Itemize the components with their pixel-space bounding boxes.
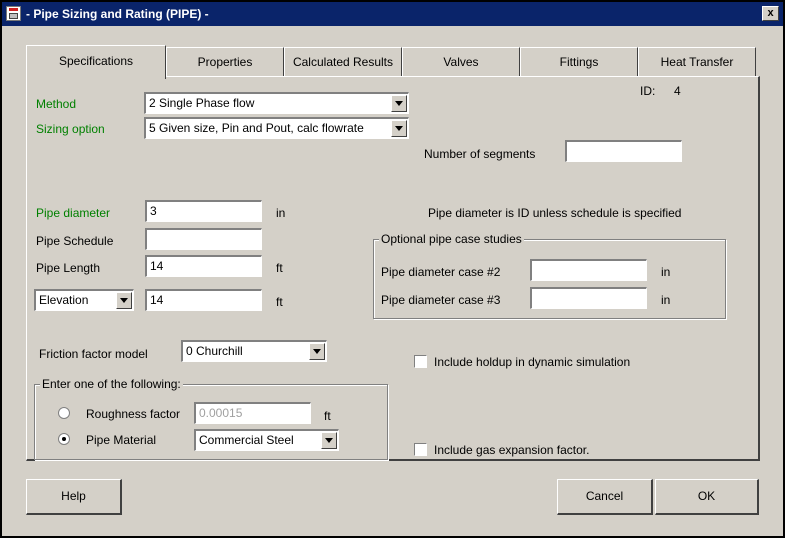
holdup-label: Include holdup in dynamic simulation xyxy=(434,355,631,369)
chevron-down-icon[interactable] xyxy=(321,432,337,449)
segments-label: Number of segments xyxy=(424,147,536,161)
roughness-input[interactable]: 0.00015 xyxy=(194,402,311,424)
pipe-length-input[interactable]: 14 xyxy=(145,255,262,277)
roughness-unit: ft xyxy=(324,409,331,423)
elevation-type-value: Elevation xyxy=(39,293,89,307)
sizing-option-value: 5 Given size, Pin and Pout, calc flowrat… xyxy=(149,121,364,135)
method-dropdown[interactable]: 2 Single Phase flow xyxy=(144,92,409,114)
gas-expansion-checkbox[interactable] xyxy=(414,443,427,456)
cancel-button[interactable]: Cancel xyxy=(557,479,653,515)
sizing-option-label: Sizing option xyxy=(36,122,105,136)
sizing-option-dropdown[interactable]: 5 Given size, Pin and Pout, calc flowrat… xyxy=(144,117,409,139)
chevron-down-icon[interactable] xyxy=(116,292,132,309)
case3-label: Pipe diameter case #3 xyxy=(381,293,501,307)
case3-input[interactable] xyxy=(530,287,647,309)
pipe-schedule-label: Pipe Schedule xyxy=(36,234,114,248)
case3-unit: in xyxy=(661,293,671,307)
pipe-diameter-input[interactable]: 3 xyxy=(145,200,262,222)
dialog-window: - Pipe Sizing and Rating (PIPE) - x Spec… xyxy=(0,0,785,538)
chevron-down-icon[interactable] xyxy=(391,95,407,112)
case-studies-title: Optional pipe case studies xyxy=(379,232,524,246)
material-dropdown[interactable]: Commercial Steel xyxy=(194,429,339,451)
friction-dropdown[interactable]: 0 Churchill xyxy=(181,340,327,362)
elevation-input[interactable]: 14 xyxy=(145,289,262,311)
diameter-note: Pipe diameter is ID unless schedule is s… xyxy=(428,206,682,220)
method-label: Method xyxy=(36,97,77,111)
friction-value: 0 Churchill xyxy=(186,344,243,358)
pipe-length-label: Pipe Length xyxy=(36,261,101,275)
id-label: ID: xyxy=(640,84,656,98)
help-button[interactable]: Help xyxy=(26,479,122,515)
id-value: 4 xyxy=(674,84,681,98)
chevron-down-icon[interactable] xyxy=(309,343,325,360)
segments-input[interactable] xyxy=(565,140,682,162)
material-label: Pipe Material xyxy=(86,433,157,447)
material-radio[interactable] xyxy=(58,433,70,445)
roughness-group-title: Enter one of the following: xyxy=(40,377,183,391)
chevron-down-icon[interactable] xyxy=(391,120,407,137)
pipe-diameter-label: Pipe diameter xyxy=(36,206,111,220)
case2-label: Pipe diameter case #2 xyxy=(381,265,501,279)
material-value: Commercial Steel xyxy=(199,433,294,447)
pipe-schedule-input[interactable] xyxy=(145,228,262,250)
case2-unit: in xyxy=(661,265,671,279)
pipe-length-unit: ft xyxy=(276,261,283,275)
ok-button[interactable]: OK xyxy=(655,479,759,515)
roughness-radio[interactable] xyxy=(58,407,70,419)
holdup-checkbox[interactable] xyxy=(414,355,427,368)
method-value: 2 Single Phase flow xyxy=(149,96,255,110)
elevation-type-dropdown[interactable]: Elevation xyxy=(34,289,134,311)
pipe-diameter-unit: in xyxy=(276,206,286,220)
elevation-unit: ft xyxy=(276,295,283,309)
gas-expansion-label: Include gas expansion factor. xyxy=(434,443,590,457)
friction-label: Friction factor model xyxy=(39,347,148,361)
roughness-label: Roughness factor xyxy=(86,407,181,421)
case2-input[interactable] xyxy=(530,259,647,281)
